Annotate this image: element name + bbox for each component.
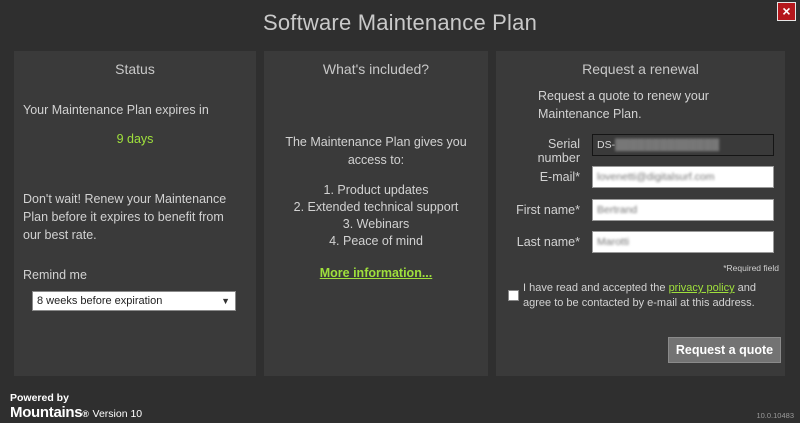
intro-line: access to: <box>347 153 405 167</box>
email-field[interactable]: lovenetti@digitalsurf.com <box>592 166 774 188</box>
included-list: 1. Product updates 2. Extended technical… <box>264 182 488 250</box>
first-name-field[interactable]: Bertrand <box>592 199 774 221</box>
remind-select[interactable]: 8 weeks before expiration ▼ <box>32 291 236 311</box>
included-panel: What's included? The Maintenance Plan gi… <box>264 51 488 376</box>
close-icon[interactable]: × <box>777 2 796 21</box>
expires-text: Your Maintenance Plan expires in <box>23 103 209 117</box>
serial-value: DS- <box>597 139 616 151</box>
serial-redacted: ██████████████ <box>615 139 720 151</box>
last-name-value: Marotti <box>597 236 630 248</box>
chevron-down-icon: ▼ <box>221 296 230 306</box>
required-note: *Required field <box>723 263 779 273</box>
renewal-title: Request a renewal <box>582 61 699 77</box>
privacy-policy-link[interactable]: privacy policy <box>669 282 735 294</box>
version-label: Version 10 <box>92 408 143 420</box>
brand-logo: Mountains® Version 10 <box>10 404 143 421</box>
privacy-agreement-text: I have read and accepted the privacy pol… <box>523 281 779 311</box>
brand-name: Mountains <box>10 404 83 421</box>
intro-line: Request a quote to renew your <box>538 89 709 103</box>
list-item: 3. Webinars <box>342 217 410 231</box>
renew-line: Plan before it expires to benefit from <box>23 210 224 224</box>
remind-selected-value: 8 weeks before expiration <box>37 295 163 307</box>
intro-line: The Maintenance Plan gives you <box>285 135 467 149</box>
status-title: Status <box>115 61 155 77</box>
build-number: 10.0.10483 <box>756 411 794 420</box>
privacy-checkbox[interactable] <box>508 290 519 301</box>
included-title: What's included? <box>322 61 430 77</box>
first-name-label: First name* <box>516 203 580 217</box>
more-information-link[interactable]: More information... <box>264 266 488 280</box>
first-name-value: Bertrand <box>597 204 638 216</box>
serial-label: Serial number <box>537 137 580 165</box>
email-label: E-mail* <box>539 170 580 184</box>
email-value: lovenetti@digitalsurf.com <box>597 171 715 183</box>
renew-message: Don't wait! Renew your Maintenance Plan … <box>23 190 226 244</box>
list-item: 4. Peace of mind <box>329 234 423 248</box>
window-title: Software Maintenance Plan <box>262 10 538 35</box>
agree-pre: I have read and accepted the <box>523 282 666 294</box>
days-remaining: 9 days <box>116 132 154 146</box>
list-item: 1. Product updates <box>323 183 429 197</box>
powered-by: Powered by <box>10 392 69 404</box>
renewal-intro: Request a quote to renew your Maintenanc… <box>538 87 709 123</box>
intro-line: Maintenance Plan. <box>538 107 642 121</box>
serial-field: DS-██████████████ <box>592 134 774 156</box>
request-quote-button[interactable]: Request a quote <box>668 337 781 363</box>
renew-line: Don't wait! Renew your Maintenance <box>23 192 227 206</box>
renew-line: our best rate. <box>23 228 97 242</box>
list-item: 2. Extended technical support <box>293 200 459 214</box>
renewal-panel: Request a renewal Request a quote to ren… <box>496 51 785 376</box>
last-name-field[interactable]: Marotti <box>592 231 774 253</box>
included-intro: The Maintenance Plan gives you access to… <box>264 133 488 169</box>
last-name-label: Last name* <box>516 235 580 249</box>
remind-label: Remind me <box>23 268 87 282</box>
status-panel: Status Your Maintenance Plan expires in … <box>14 51 256 376</box>
